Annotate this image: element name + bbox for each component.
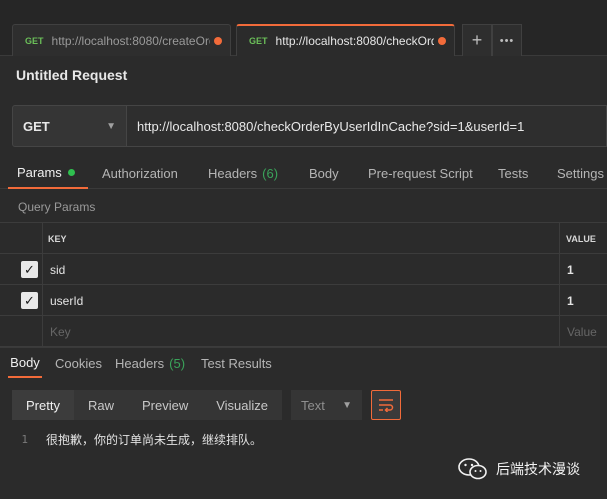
chevron-down-icon: ▼: [342, 399, 352, 411]
request-tab-strip: GET http://localhost:8080/createOrd... G…: [0, 0, 607, 56]
params-table: KEY VALUE ✓ sid 1 ✓ userId 1 Key Value: [0, 222, 607, 347]
tab-settings[interactable]: Settings: [557, 157, 604, 189]
wrap-lines-button[interactable]: [371, 390, 401, 420]
tab-tests[interactable]: Tests: [498, 157, 528, 189]
view-preview-button[interactable]: Preview: [127, 390, 203, 420]
view-pretty-button[interactable]: Pretty: [12, 390, 74, 420]
param-value[interactable]: 1: [567, 254, 574, 285]
wechat-icon: [458, 458, 487, 480]
new-key-input[interactable]: Key: [50, 316, 71, 347]
request-tab-create-order[interactable]: GET http://localhost:8080/createOrd...: [12, 24, 231, 56]
tab-headers-label: Headers: [208, 165, 258, 181]
more-icon: •••: [499, 34, 515, 47]
headers-count: (6): [262, 165, 279, 181]
table-row: ✓ sid 1: [0, 254, 607, 285]
response-tab-body[interactable]: Body: [8, 348, 42, 378]
tab-prerequest-script[interactable]: Pre-request Script: [368, 157, 473, 189]
tab-url: http://localhost:8080/createOrd...: [51, 33, 210, 48]
method-select[interactable]: GET ▼: [12, 105, 127, 147]
column-divider: [559, 223, 560, 346]
tab-authorization-label: Authorization: [102, 165, 178, 181]
tab-body[interactable]: Body: [309, 157, 339, 189]
table-row: ✓ userId 1: [0, 285, 607, 316]
format-value: Text: [301, 397, 325, 413]
tab-body-label: Body: [309, 165, 339, 181]
query-params-label: Query Params: [18, 200, 96, 214]
param-checkbox[interactable]: ✓: [21, 254, 38, 285]
tab-prerequest-label: Pre-request Script: [368, 165, 473, 181]
response-tab-test-results-label: Test Results: [201, 355, 272, 371]
new-value-input[interactable]: Value: [567, 316, 597, 347]
view-visualize-button[interactable]: Visualize: [202, 390, 283, 420]
line-number: 1: [21, 432, 28, 446]
wrap-lines-icon: [379, 399, 394, 412]
param-checkbox[interactable]: ✓: [21, 285, 38, 316]
unsaved-dot-icon: [438, 37, 446, 45]
request-tabs: Params Authorization Headers (6) Body Pr…: [0, 157, 607, 189]
view-raw-button[interactable]: Raw: [73, 390, 128, 420]
tab-method: GET: [25, 35, 44, 46]
tab-params[interactable]: Params: [8, 157, 88, 189]
tab-params-label: Params: [17, 164, 62, 180]
url-input[interactable]: http://localhost:8080/checkOrderByUserId…: [127, 105, 607, 147]
param-key[interactable]: sid: [50, 254, 65, 285]
tab-headers[interactable]: Headers (6): [208, 157, 278, 189]
tab-url: http://localhost:8080/checkOrd...: [275, 34, 434, 48]
response-body-line: 1 很抱歉，你的订单尚未生成，继续排队。: [0, 430, 262, 448]
response-headers-count: (5): [169, 355, 186, 371]
response-tab-cookies-label: Cookies: [55, 355, 102, 371]
unsaved-dot-icon: [214, 36, 222, 45]
watermark-text: 后端技术漫谈: [496, 462, 580, 478]
request-tab-check-order[interactable]: GET http://localhost:8080/checkOrd...: [236, 24, 455, 56]
response-tabs: Body Cookies Headers (5) Test Results: [0, 347, 607, 378]
param-value[interactable]: 1: [567, 285, 574, 316]
active-dot-icon: [67, 168, 75, 176]
plus-icon: +: [471, 30, 483, 50]
column-divider: [42, 223, 43, 346]
check-icon: ✓: [21, 292, 38, 309]
value-column-header: VALUE: [566, 233, 596, 244]
params-header-row: KEY VALUE: [0, 223, 607, 254]
url-text: http://localhost:8080/checkOrderByUserId…: [137, 118, 525, 134]
response-tab-cookies[interactable]: Cookies: [55, 348, 102, 378]
response-tab-body-label: Body: [10, 354, 40, 370]
watermark: 后端技术漫谈: [458, 458, 580, 480]
table-row-empty: Key Value: [0, 316, 607, 347]
format-select[interactable]: Text ▼: [291, 390, 362, 420]
param-key[interactable]: userId: [50, 285, 83, 316]
key-column-header: KEY: [48, 233, 67, 244]
response-body-text: 很抱歉，你的订单尚未生成，继续排队。: [46, 432, 263, 447]
check-icon: ✓: [21, 261, 38, 278]
new-tab-button[interactable]: +: [462, 24, 492, 56]
tab-method: GET: [249, 36, 268, 46]
url-bar: GET ▼ http://localhost:8080/checkOrderBy…: [12, 105, 607, 147]
tab-authorization[interactable]: Authorization: [102, 157, 178, 189]
tab-settings-label: Settings: [557, 165, 604, 181]
response-tab-headers-label: Headers: [115, 355, 165, 371]
response-tab-test-results[interactable]: Test Results: [201, 348, 272, 378]
view-mode-toolbar: Pretty Raw Preview Visualize: [12, 390, 283, 420]
method-value: GET: [23, 118, 50, 134]
chevron-down-icon: ▼: [106, 120, 116, 132]
tab-options-button[interactable]: •••: [492, 24, 522, 56]
request-title[interactable]: Untitled Request: [16, 67, 127, 83]
response-tab-headers[interactable]: Headers (5): [115, 348, 185, 378]
tab-tests-label: Tests: [498, 165, 529, 181]
